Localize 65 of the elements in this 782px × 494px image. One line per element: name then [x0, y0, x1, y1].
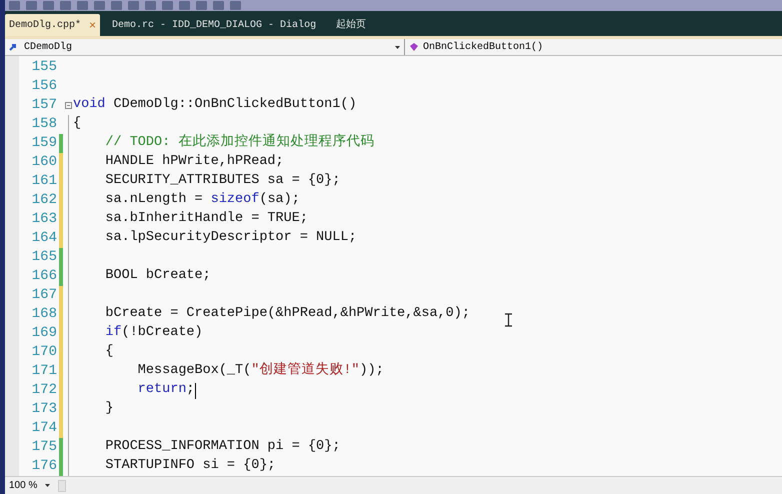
line-number: 164 — [30, 229, 58, 248]
line-number: 169 — [30, 324, 58, 343]
code-line: { — [104, 343, 114, 362]
code-line: MessageBox(_T("创建管道失败!")); — [136, 361, 384, 380]
line-number: 173 — [30, 400, 58, 419]
line-number: 157 — [30, 96, 58, 115]
toolbar-icon[interactable] — [43, 1, 54, 10]
code-line: PROCESS_INFORMATION pi = {0}; — [104, 438, 340, 456]
toolbar-icon[interactable] — [94, 1, 105, 10]
line-number: 165 — [30, 248, 58, 267]
line-number: 168 — [30, 305, 58, 324]
zoom-level[interactable]: 100 % — [9, 478, 38, 493]
code-line: return; — [136, 381, 195, 400]
line-number: 174 — [30, 419, 58, 438]
editor-tab[interactable]: DemoDlg.cpp* × — [5, 14, 100, 36]
toolbar-icon[interactable] — [9, 1, 20, 10]
code-line: void CDemoDlg::OnBnClickedButton1() — [73, 96, 357, 114]
line-number: 156 — [30, 77, 58, 96]
text-cursor-icon — [505, 313, 512, 327]
line-number: 158 — [30, 115, 58, 134]
toolbar-icon[interactable] — [60, 1, 71, 10]
toolbar-icon[interactable] — [26, 1, 37, 10]
code-line: STARTUPINFO si = {0}; — [104, 457, 276, 476]
code-line: // TODO: 在此添加控件通知处理程序代码 — [104, 133, 374, 152]
code-line: sa.lpSecurityDescriptor = NULL; — [104, 229, 357, 248]
dropdown-caret-icon[interactable] — [45, 484, 50, 487]
line-number: 176 — [30, 457, 58, 476]
code-line: sa.bInheritHandle = TRUE; — [104, 210, 308, 228]
code-line: sa.nLength = sizeof(sa); — [104, 191, 300, 210]
code-line: if(!bCreate) — [104, 324, 203, 342]
line-number: 172 — [30, 381, 58, 400]
code-line: BOOL bCreate; — [104, 267, 211, 286]
editor-tab[interactable]: Demo.rc - IDD_DEMO_DIALOG - Dialog — [104, 14, 324, 36]
code-line: SECURITY_ATTRIBUTES sa = {0}; — [104, 172, 340, 190]
scrollbar-button[interactable] — [58, 480, 66, 492]
line-number: 161 — [30, 172, 58, 191]
line-number: 166 — [30, 267, 58, 286]
code-line: HANDLE hPWrite,hPRead; — [104, 153, 284, 172]
toolbar-icon[interactable] — [128, 1, 139, 10]
code-line: bCreate = CreatePipe(&hPRead,&hPWrite,&sa,0); — [104, 305, 470, 324]
class-dropdown[interactable]: CDemoDlg — [5, 39, 405, 55]
line-number: 175 — [30, 438, 58, 457]
code-line: { — [73, 115, 82, 134]
line-number: 160 — [30, 153, 58, 172]
toolbar-icon[interactable] — [111, 1, 122, 10]
code-line: } — [104, 400, 114, 418]
line-number: 171 — [30, 362, 58, 381]
line-number: 167 — [30, 286, 58, 305]
line-number: 159 — [30, 134, 58, 153]
toolbar-icon[interactable] — [213, 1, 224, 10]
toolbar-icon[interactable] — [179, 1, 190, 10]
collapse-icon[interactable] — [64, 102, 72, 109]
toolbar-icon[interactable] — [145, 1, 156, 10]
toolbar-icon[interactable] — [162, 1, 173, 10]
toolbar-icon[interactable] — [196, 1, 207, 10]
line-number: 162 — [30, 191, 58, 210]
dropdown-caret-icon — [395, 46, 400, 49]
line-number: 155 — [30, 58, 58, 77]
line-number: 163 — [30, 210, 58, 229]
toolbar-icon[interactable] — [77, 1, 88, 10]
member-dropdown[interactable]: OnBnClickedButton1() — [405, 39, 782, 55]
editor-tab[interactable]: 起始页 — [328, 14, 374, 36]
method-icon — [409, 42, 419, 52]
toolbar-icon[interactable] — [230, 1, 241, 10]
line-number: 170 — [30, 343, 58, 362]
